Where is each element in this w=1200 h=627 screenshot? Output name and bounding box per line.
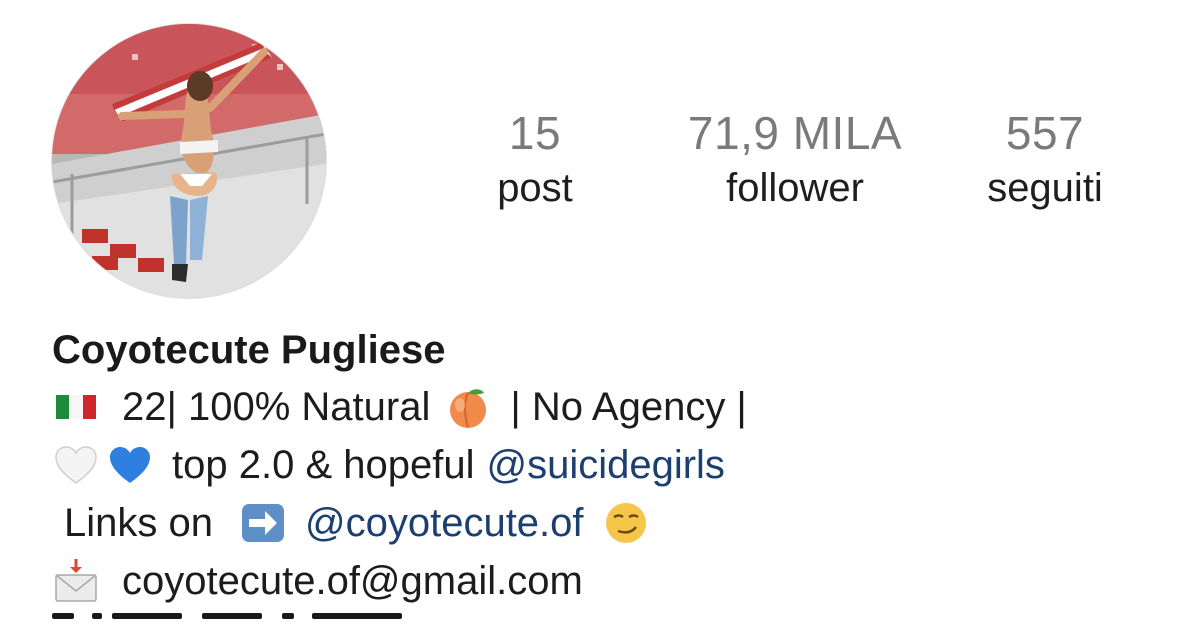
blue-heart-icon [110,447,150,483]
bio-line-2: top 2.0 & hopeful @suicidegirls [52,436,1172,494]
incoming-envelope-icon [55,559,97,602]
right-arrow-icon [241,504,284,542]
followers-label: follower [726,166,864,210]
followers-count: 71,9 MILA [687,107,903,159]
posts-count: 15 [508,107,562,159]
italy-flag-icon [56,395,96,419]
peach-icon [450,389,487,428]
bio-line-3-text: Links on [64,501,213,545]
white-heart-icon [55,446,97,484]
profile-photo-icon [52,24,326,298]
mention-link-coyotecute-of[interactable]: @coyotecute.of [305,494,584,552]
bio-line-1-text-b: | No Agency | [510,385,747,429]
bio-line-1-text-a: 22| 100% Natural [122,385,431,429]
bio-line-4: coyotecute.of@gmail.com [52,552,1172,610]
bio-line-2-text: top 2.0 & hopeful [172,443,475,487]
mention-link-suicidegirls[interactable]: @suicidegirls [486,436,724,494]
contact-email[interactable]: coyotecute.of@gmail.com [122,552,583,610]
following-count: 557 [1005,107,1085,159]
following-label: seguiti [987,166,1103,210]
profile-avatar[interactable] [52,24,326,298]
bio-line-1: 22| 100% Natural | No Agency | [52,378,1172,436]
smirking-face-icon [605,503,646,543]
posts-label: post [497,166,573,210]
profile-bio: Coyotecute Pugliese 22| 100% Natural | N… [52,322,1172,610]
posts-stat[interactable]: 15 post [480,108,590,218]
bio-line-3: Links on @coyotecute.of [52,494,1172,552]
bio-next-line-clipped [52,613,432,627]
following-stat[interactable]: 557 seguiti [960,108,1130,218]
profile-name: Coyotecute Pugliese [52,328,446,372]
followers-stat[interactable]: 71,9 MILA follower [665,108,925,218]
profile-stats: 15 post 71,9 MILA follower 557 seguiti [420,108,1180,228]
